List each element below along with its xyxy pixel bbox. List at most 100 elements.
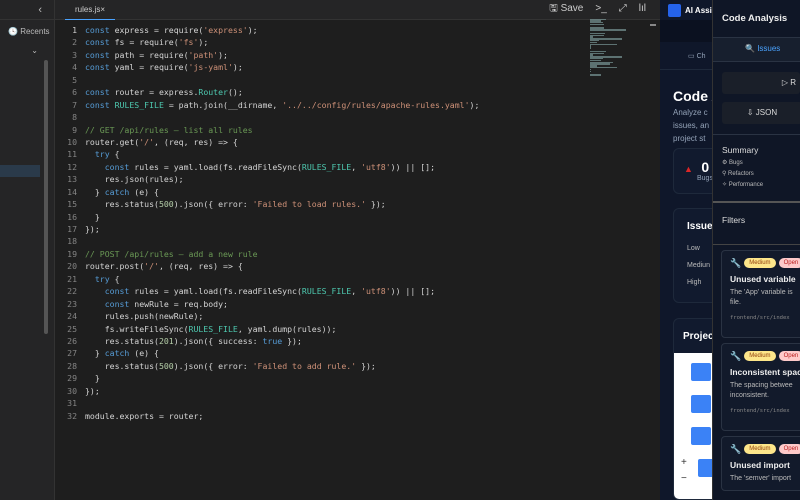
run-button[interactable]: ▷ R (722, 72, 800, 94)
code-token: (e) { (129, 348, 159, 359)
code-token: ); (469, 99, 480, 110)
severity-badge: Medium (744, 258, 776, 268)
code-line[interactable]: 1 const express = require('express'); (55, 24, 595, 36)
recents-button[interactable]: 🕓 Recents (0, 20, 54, 36)
code-token: const (85, 99, 110, 110)
code-text: res.status(500).json({ error: 'Failed to… (85, 360, 376, 372)
code-line[interactable]: 8 (55, 111, 595, 123)
code-line[interactable]: 19 // POST /api/rules — add a new rule (55, 248, 595, 260)
code-line[interactable]: 18 (55, 235, 595, 247)
selected-file-row[interactable] (0, 165, 40, 177)
code-line[interactable]: 30}); (55, 385, 595, 397)
code-token: ).json({ success: (173, 335, 263, 346)
code-text: } (85, 211, 100, 223)
line-number: 13 (67, 174, 77, 185)
summary-performance: ✧ Performance (722, 182, 764, 188)
issue-path[interactable]: frontend/src/index (730, 314, 800, 322)
minimap-line (590, 67, 617, 69)
code-token: (); (227, 87, 243, 98)
code-line[interactable]: 22 const rules = yaml.load(fs.readFileSy… (55, 285, 595, 297)
code-token: ).json({ error: (173, 199, 253, 210)
export-json-button[interactable]: ⇩ JSON (722, 102, 800, 124)
code-editor[interactable]: 1 const express = require('express'); 2 con… (55, 24, 595, 422)
code-line[interactable]: 12 const rules = yaml.load(fs.readFileSy… (55, 161, 595, 173)
code-token: 201 (158, 335, 174, 346)
code-line[interactable]: 27 } catch (e) { (55, 347, 595, 359)
file-sidebar: ‹ 🕓 Recents ⌄ (0, 0, 55, 500)
collapse-sidebar-button[interactable]: ‹ (0, 0, 54, 20)
issue-card[interactable]: 🔧 Medium Open Unused import The 'semver' imp… (721, 436, 800, 491)
code-line[interactable]: 4 const yaml = require('js-yaml'); (55, 61, 595, 73)
minimap[interactable] (590, 18, 630, 76)
code-line[interactable]: 7 const RULES_FILE = path.join(__dirname,… (55, 99, 595, 111)
code-line[interactable]: 31 (55, 397, 595, 409)
code-token: ); (232, 62, 243, 73)
code-line[interactable]: 20 router.post('/', (req, res) => { (55, 260, 595, 272)
bug-icon: ▲ (684, 164, 693, 174)
line-number: 22 (67, 286, 77, 297)
code-text: res.json(rules); (85, 173, 184, 185)
code-text: fs.writeFileSync(RULES_FILE, yaml.dump(r… (85, 323, 337, 335)
code-line[interactable]: 23 const newRule = req.body; (55, 298, 595, 310)
code-token: 'path' (188, 49, 219, 60)
code-token: rules.push(newRule); (85, 311, 204, 322)
chart-icon[interactable]: lıl (639, 0, 646, 18)
line-number: 12 (67, 161, 77, 172)
code-token: { (109, 149, 120, 160)
summary-title: Summary (722, 145, 759, 155)
code-line[interactable]: 13 res.json(rules); (55, 173, 595, 185)
issue-card[interactable]: 🔧 Medium Open Inconsistent spac The spacing … (721, 343, 800, 431)
minimize-icon[interactable]: ⤢ (619, 0, 627, 18)
code-line[interactable]: 6 const router = express.Router(); (55, 86, 595, 98)
code-line[interactable]: 17}); (55, 223, 595, 235)
code-line[interactable]: 9 // GET /api/rules — list all rules (55, 124, 595, 136)
code-line[interactable]: 28 res.status(500).json({ error: 'Failed… (55, 360, 595, 372)
summary-refactors: ⚲ Refactors (722, 171, 754, 177)
code-token: = path.join(__dirname, (163, 99, 283, 110)
code-line[interactable]: 11 try { (55, 148, 595, 160)
issue-description: The 'semver' import (730, 475, 792, 482)
issues-tab[interactable]: 🔍 Issues (713, 37, 800, 62)
code-line[interactable]: 29 } (55, 372, 595, 384)
chevron-down-icon[interactable]: ⌄ (0, 36, 54, 55)
code-token: RULES_FILE (114, 99, 164, 110)
editor-scrollbar[interactable] (650, 24, 656, 26)
summary-section: Summary ⚙ Bugs ⚲ Refactors ✧ Performance (713, 134, 800, 201)
minimap-line (590, 23, 605, 26)
code-line[interactable]: 10 router.get('/', (req, res) => { (55, 136, 595, 148)
code-text: try { (85, 273, 120, 285)
code-token: RULES_FILE (301, 161, 352, 172)
sidebar-scrollbar[interactable] (44, 60, 48, 334)
code-text: } (85, 372, 100, 384)
code-line[interactable]: 21 try { (55, 273, 595, 285)
code-line[interactable]: 14 } catch (e) { (55, 186, 595, 198)
code-line[interactable]: 5 (55, 74, 595, 86)
tab-rules-js[interactable]: rules.js× (65, 0, 116, 20)
zoom-out-button[interactable]: − (681, 473, 687, 485)
save-label: Save (560, 3, 584, 14)
issue-path[interactable]: frontend/src/index (730, 407, 800, 415)
code-token: const (85, 62, 110, 73)
line-number: 7 (72, 99, 77, 110)
code-token: try (94, 149, 110, 160)
line-number: 19 (67, 248, 77, 259)
code-line[interactable]: 16 } (55, 211, 595, 223)
line-number: 16 (67, 211, 77, 222)
zoom-in-button[interactable]: + (681, 457, 687, 469)
minimap-line (590, 43, 618, 45)
code-line[interactable]: 2 const fs = require('fs'); (55, 36, 595, 48)
filters-section[interactable]: Filters (713, 201, 800, 245)
code-line[interactable]: 26 res.status(201).json({ success: true … (55, 335, 595, 347)
code-line[interactable]: 15 res.status(500).json({ error: 'Failed… (55, 198, 595, 210)
code-token: ); (247, 25, 258, 35)
close-tab-icon[interactable]: × (100, 5, 105, 14)
code-line[interactable]: 3 const path = require('path'); (55, 49, 595, 61)
issue-card[interactable]: 🔧 Medium Open Unused variable The 'App' vari… (721, 250, 800, 338)
terminal-icon[interactable]: >_ (595, 0, 606, 18)
code-line[interactable]: 32 module.exports = router; (55, 410, 595, 422)
save-button[interactable]: 🖫 Save (549, 0, 583, 18)
code-token: 'Failed to add rule.' (252, 360, 357, 371)
status-badge: Open (778, 351, 800, 361)
code-line[interactable]: 24 rules.push(newRule); (55, 310, 595, 322)
code-line[interactable]: 25 fs.writeFileSync(RULES_FILE, yaml.dum… (55, 323, 595, 335)
